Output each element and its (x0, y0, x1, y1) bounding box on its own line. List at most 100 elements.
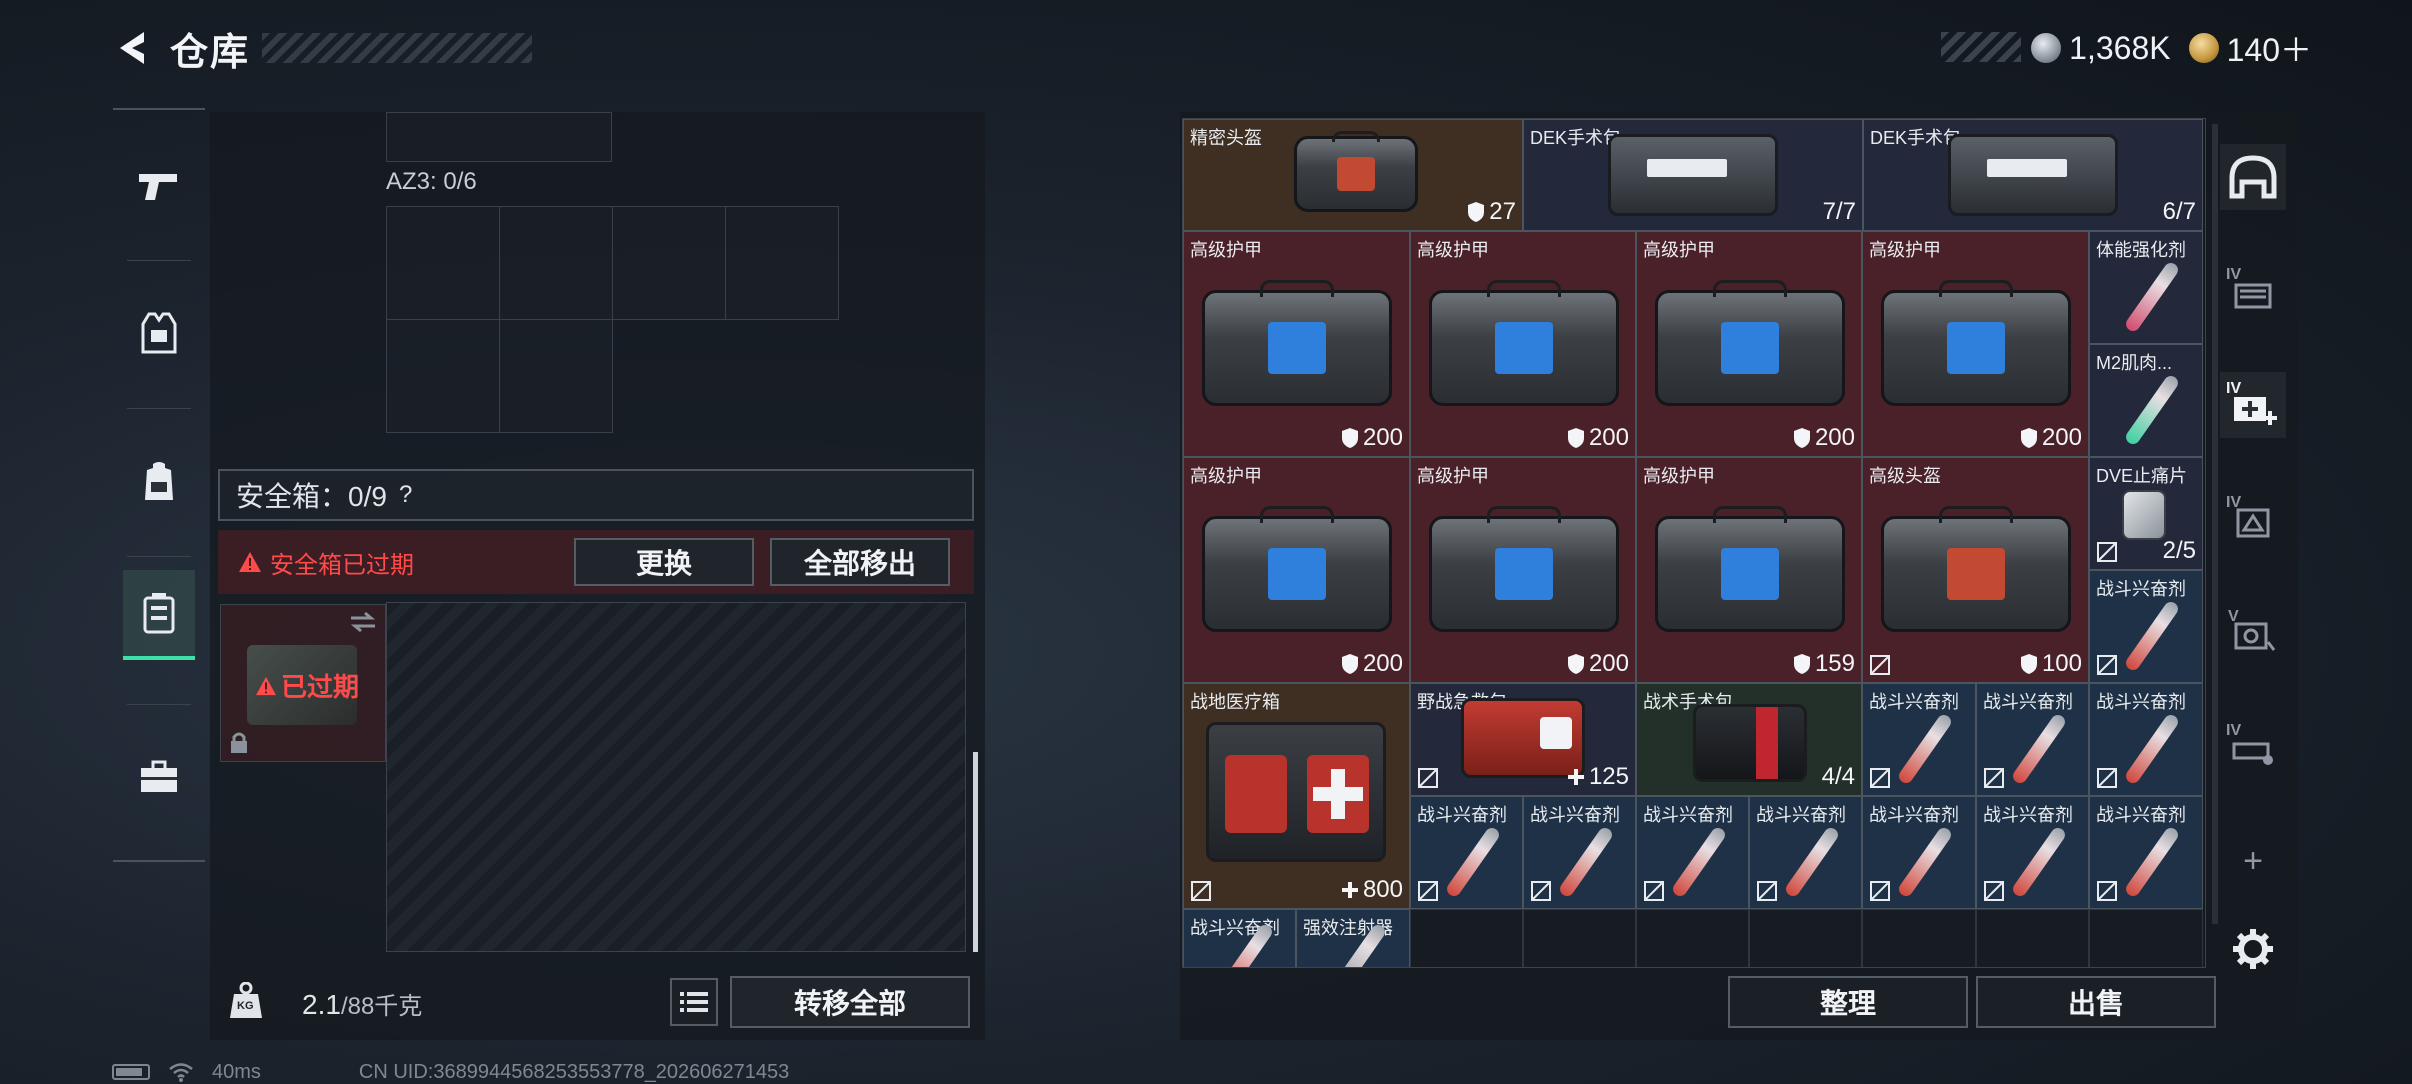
storage-scrollbar-thumb[interactable] (973, 752, 978, 952)
item-slot[interactable]: 高级护甲 200 (1862, 231, 2089, 457)
item-slot[interactable]: DEK手术包 6/7 (1863, 119, 2203, 231)
category-backpack[interactable] (123, 436, 195, 526)
swap-icon (350, 611, 376, 633)
az3-grid-cell[interactable] (386, 319, 500, 433)
item-durability: 200 (1793, 424, 1855, 452)
item-name: 战斗兴奋剂 (1417, 805, 1507, 825)
item-slot[interactable]: 战斗兴奋剂 (1862, 796, 1976, 909)
item-slot[interactable]: 高级护甲 200 (1183, 231, 1410, 457)
item-slot[interactable]: 战斗兴奋剂 (1976, 683, 2089, 796)
az3-grid-cell[interactable] (386, 206, 500, 320)
item-slot[interactable]: 战斗兴奋剂 (1976, 796, 2089, 909)
no-insure-icon (1191, 881, 1211, 901)
item-slot[interactable]: 战斗兴奋剂 (2089, 683, 2203, 796)
sort-button[interactable]: 整理 (1728, 976, 1968, 1028)
item-slot[interactable]: 战斗兴奋剂 (2089, 796, 2203, 909)
item-slot[interactable]: 战斗兴奋剂 (1749, 796, 1862, 909)
item-slot[interactable]: 战斗兴奋剂 (1410, 796, 1523, 909)
item-slot[interactable]: 体能强化剂 (2089, 231, 2203, 344)
item-name: 战斗兴奋剂 (2096, 692, 2186, 712)
transfer-all-button[interactable]: 转移全部 (730, 976, 970, 1028)
category-toolbox[interactable] (123, 732, 195, 822)
currency-gold[interactable]: 140＋ (2188, 25, 2312, 71)
tool-helmet-filter[interactable] (2220, 144, 2286, 210)
container-grid-cell[interactable] (386, 112, 612, 162)
tool-iv-container[interactable]: IV (2220, 258, 2286, 324)
tool-v-safe[interactable]: V (2220, 600, 2286, 666)
armor-vest-icon (141, 312, 177, 354)
item-slot[interactable]: 野战急救包 125 (1410, 683, 1636, 796)
item-slot[interactable]: 战斗兴奋剂 (1862, 683, 1976, 796)
item-slot[interactable]: 战斗兴奋剂 (1523, 796, 1636, 909)
item-slot[interactable]: M2肌肉... (2089, 344, 2203, 457)
tool-iv-vehicle[interactable]: IV (2220, 714, 2286, 780)
no-insure-icon (1870, 768, 1890, 788)
item-slot[interactable]: 战斗兴奋剂 (1636, 796, 1749, 909)
item-name: 战斗兴奋剂 (1643, 805, 1733, 825)
az3-grid-cell[interactable] (499, 319, 613, 433)
sell-button[interactable]: 出售 (1976, 976, 2216, 1028)
az3-grid-cell[interactable] (612, 206, 726, 320)
safebox-item-slot[interactable]: 已过期 (220, 604, 386, 762)
category-weapons[interactable] (123, 142, 195, 232)
safebox-expired-tag: 已过期 (255, 667, 359, 704)
replace-button[interactable]: 更换 (574, 538, 754, 586)
item-name: 高级护甲 (1643, 466, 1715, 486)
item-slot[interactable]: 高级护甲 159 (1636, 457, 1862, 683)
uid-text: CN UID:3689944568253553778_202606271453 (358, 1060, 790, 1083)
no-insure-icon (2097, 768, 2117, 788)
safebox-capacity-label: 安全箱：0/9 (236, 481, 387, 512)
item-slot[interactable]: 高级护甲 200 (1183, 457, 1410, 683)
item-slot[interactable]: 战斗兴奋剂 (1183, 909, 1296, 967)
item-slot[interactable]: 精密头盔 27 (1183, 119, 1523, 231)
category-armor[interactable] (123, 288, 195, 378)
item-slot[interactable]: 高级护甲 200 (1636, 231, 1862, 457)
help-icon[interactable]: ? (399, 481, 412, 509)
item-slot[interactable]: 高级护甲 200 (1410, 231, 1636, 457)
category-safebox[interactable] (123, 570, 195, 660)
lock-icon (231, 732, 247, 753)
weight-readout: 2.1/88千克 (302, 986, 422, 1021)
safebox-grid[interactable] (386, 602, 966, 952)
item-count: 4/4 (1821, 763, 1855, 790)
az3-grid-cell[interactable] (725, 206, 839, 320)
inventory-grid: 精密头盔 27 DEK手术包 7/7 DEK手术包 6/7 高级护甲 200 高… (1182, 118, 2206, 968)
item-slot[interactable]: 高级护甲 200 (1410, 457, 1636, 683)
currency-silver[interactable]: 1,368K (2031, 30, 2171, 67)
syringe-image (2010, 825, 2068, 899)
weight-value: 2.1 (302, 989, 341, 1020)
move-all-out-button[interactable]: 全部移出 (770, 538, 950, 586)
armor-bag-image (1202, 505, 1392, 632)
item-slot[interactable]: DVE止痛片 2/5 (2089, 457, 2203, 570)
item-durability: 200 (1567, 650, 1629, 678)
plus-icon (1341, 882, 1358, 898)
item-slot[interactable]: 战地医疗箱 800 (1183, 683, 1410, 909)
item-slot[interactable]: 强效注射器 (1296, 909, 1410, 967)
item-slot[interactable]: 战术手术包 4/4 (1636, 683, 1862, 796)
shield-icon (1468, 202, 1485, 222)
az3-grid-cell[interactable] (499, 206, 613, 320)
tool-iv-medkit[interactable]: IV (2220, 372, 2286, 438)
armor-bag-image (1655, 505, 1845, 632)
tool-iv-armor[interactable]: IV (2220, 486, 2286, 552)
syringe-image (1896, 712, 1954, 786)
item-durability: 200 (2020, 424, 2082, 452)
no-insure-icon (1984, 768, 2004, 788)
silver-coin-icon (2031, 33, 2062, 63)
list-view-button[interactable] (670, 978, 718, 1026)
item-slot[interactable]: DEK手术包 7/7 (1523, 119, 1863, 231)
no-insure-icon (1644, 881, 1664, 901)
empty-slot (1976, 909, 2089, 967)
settings-button[interactable] (2220, 916, 2286, 982)
expired-warning-text: 安全箱已过期 (270, 551, 414, 579)
item-name: 战斗兴奋剂 (1983, 805, 2073, 825)
category-divider (127, 408, 191, 409)
item-slot[interactable]: 战斗兴奋剂 (2089, 570, 2203, 683)
item-name: 高级护甲 (1869, 240, 1941, 260)
v-badge: V (2228, 608, 2239, 625)
ping-value: 40ms (212, 1060, 261, 1083)
back-button[interactable] (110, 20, 158, 76)
item-slot[interactable]: 高级头盔 100 (1862, 457, 2089, 683)
tool-add[interactable]: + (2220, 828, 2286, 894)
category-divider (127, 260, 191, 261)
